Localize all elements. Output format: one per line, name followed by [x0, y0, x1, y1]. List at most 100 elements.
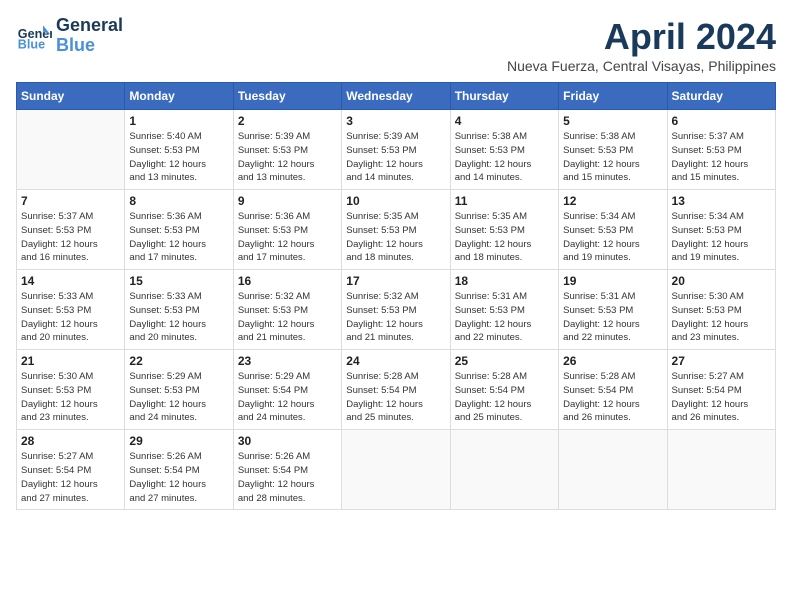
calendar-cell: 11 Sunrise: 5:35 AM Sunset: 5:53 PM Dayli… [450, 190, 558, 270]
calendar-cell: 24 Sunrise: 5:28 AM Sunset: 5:54 PM Dayli… [342, 350, 450, 430]
calendar-cell: 22Sunrise: 5:29 AM Sunset: 5:53 PM Dayli… [125, 350, 233, 430]
day-info: Sunrise: 5:32 AM Sunset: 5:53 PM Dayligh… [346, 290, 445, 345]
logo-icon: General Blue [16, 18, 52, 54]
day-info: Sunrise: 5:28 AM Sunset: 5:54 PM Dayligh… [346, 370, 445, 425]
day-info: Sunrise: 5:26 AM Sunset: 5:54 PM Dayligh… [238, 450, 337, 505]
calendar-cell [559, 430, 667, 510]
calendar-cell: 20Sunrise: 5:30 AM Sunset: 5:53 PM Dayli… [667, 270, 775, 350]
col-header-tuesday: Tuesday [233, 83, 341, 110]
calendar-cell: 25 Sunrise: 5:28 AM Sunset: 5:54 PM Dayli… [450, 350, 558, 430]
day-number: 4 [455, 114, 554, 128]
calendar-cell: 23Sunrise: 5:29 AM Sunset: 5:54 PM Dayli… [233, 350, 341, 430]
day-number: 17 [346, 274, 445, 288]
day-number: 8 [129, 194, 228, 208]
day-number: 21 [21, 354, 120, 368]
logo-general: General [56, 16, 123, 36]
calendar-cell: 14Sunrise: 5:33 AM Sunset: 5:53 PM Dayli… [17, 270, 125, 350]
day-number: 1 [129, 114, 228, 128]
calendar-cell: 8 Sunrise: 5:36 AM Sunset: 5:53 PM Daylig… [125, 190, 233, 270]
day-number: 20 [672, 274, 771, 288]
calendar-cell: 28 Sunrise: 5:27 AM Sunset: 5:54 PM Dayli… [17, 430, 125, 510]
calendar-cell: 27 Sunrise: 5:27 AM Sunset: 5:54 PM Dayli… [667, 350, 775, 430]
calendar-cell: 12 Sunrise: 5:34 AM Sunset: 5:53 PM Dayli… [559, 190, 667, 270]
logo: General Blue General Blue [16, 16, 123, 56]
calendar-cell [667, 430, 775, 510]
calendar-cell: 13 Sunrise: 5:34 AM Sunset: 5:53 PM Dayli… [667, 190, 775, 270]
calendar-cell: 26Sunrise: 5:28 AM Sunset: 5:54 PM Dayli… [559, 350, 667, 430]
calendar-cell [342, 430, 450, 510]
day-number: 19 [563, 274, 662, 288]
day-number: 15 [129, 274, 228, 288]
calendar-cell: 2 Sunrise: 5:39 AM Sunset: 5:53 PM Daylig… [233, 110, 341, 190]
day-info: Sunrise: 5:35 AM Sunset: 5:53 PM Dayligh… [346, 210, 445, 265]
day-number: 2 [238, 114, 337, 128]
col-header-saturday: Saturday [667, 83, 775, 110]
day-number: 30 [238, 434, 337, 448]
calendar-cell: 30 Sunrise: 5:26 AM Sunset: 5:54 PM Dayli… [233, 430, 341, 510]
day-number: 22 [129, 354, 228, 368]
calendar-cell: 10 Sunrise: 5:35 AM Sunset: 5:53 PM Dayli… [342, 190, 450, 270]
header: General Blue General Blue April 2024 Nue… [16, 16, 776, 74]
day-info: Sunrise: 5:40 AM Sunset: 5:53 PM Dayligh… [129, 130, 228, 185]
day-info: Sunrise: 5:37 AM Sunset: 5:53 PM Dayligh… [672, 130, 771, 185]
day-info: Sunrise: 5:35 AM Sunset: 5:53 PM Dayligh… [455, 210, 554, 265]
calendar-cell: 29Sunrise: 5:26 AM Sunset: 5:54 PM Dayli… [125, 430, 233, 510]
week-row-2: 7Sunrise: 5:37 AM Sunset: 5:53 PM Daylig… [17, 190, 776, 270]
day-number: 10 [346, 194, 445, 208]
day-number: 24 [346, 354, 445, 368]
calendar-cell: 6 Sunrise: 5:37 AM Sunset: 5:53 PM Daylig… [667, 110, 775, 190]
calendar-cell: 21 Sunrise: 5:30 AM Sunset: 5:53 PM Dayli… [17, 350, 125, 430]
day-number: 18 [455, 274, 554, 288]
day-number: 6 [672, 114, 771, 128]
day-number: 5 [563, 114, 662, 128]
day-info: Sunrise: 5:34 AM Sunset: 5:53 PM Dayligh… [563, 210, 662, 265]
week-row-3: 14 Sunrise: 5:33 AM Sunset: 5:53 PM Dayli… [17, 270, 776, 350]
calendar-cell: 5 Sunrise: 5:38 AM Sunset: 5:53 PM Daylig… [559, 110, 667, 190]
week-row-4: 21 Sunrise: 5:30 AM Sunset: 5:53 PM Dayli… [17, 350, 776, 430]
day-info: Sunrise: 5:27 AM Sunset: 5:54 PM Dayligh… [21, 450, 120, 505]
month-title: April 2024 [507, 16, 776, 58]
day-number: 11 [455, 194, 554, 208]
calendar-cell: 19 Sunrise: 5:31 AM Sunset: 5:53 PM Dayli… [559, 270, 667, 350]
calendar-cell: 3 Sunrise: 5:39 AM Sunset: 5:53 PM Daylig… [342, 110, 450, 190]
title-area: April 2024 Nueva Fuerza, Central Visayas… [507, 16, 776, 74]
day-info: Sunrise: 5:26 AM Sunset: 5:54 PM Dayligh… [129, 450, 228, 505]
day-number: 12 [563, 194, 662, 208]
calendar-cell: 18 Sunrise: 5:31 AM Sunset: 5:53 PM Dayli… [450, 270, 558, 350]
calendar-cell: 15 Sunrise: 5:33 AM Sunset: 5:53 PM Dayli… [125, 270, 233, 350]
day-number: 9 [238, 194, 337, 208]
calendar-cell: 1 Sunrise: 5:40 AM Sunset: 5:53 PM Daylig… [125, 110, 233, 190]
day-info: Sunrise: 5:34 AM Sunset: 5:53 PM Dayligh… [672, 210, 771, 265]
svg-text:Blue: Blue [18, 37, 45, 51]
calendar-cell: 9Sunrise: 5:36 AM Sunset: 5:53 PM Daylig… [233, 190, 341, 270]
day-number: 23 [238, 354, 337, 368]
day-info: Sunrise: 5:30 AM Sunset: 5:53 PM Dayligh… [21, 370, 120, 425]
day-info: Sunrise: 5:38 AM Sunset: 5:53 PM Dayligh… [455, 130, 554, 185]
day-info: Sunrise: 5:27 AM Sunset: 5:54 PM Dayligh… [672, 370, 771, 425]
day-number: 27 [672, 354, 771, 368]
logo-blue: Blue [56, 36, 123, 56]
day-number: 25 [455, 354, 554, 368]
day-number: 13 [672, 194, 771, 208]
day-number: 28 [21, 434, 120, 448]
day-number: 3 [346, 114, 445, 128]
col-header-thursday: Thursday [450, 83, 558, 110]
day-info: Sunrise: 5:37 AM Sunset: 5:53 PM Dayligh… [21, 210, 120, 265]
week-row-5: 28 Sunrise: 5:27 AM Sunset: 5:54 PM Dayli… [17, 430, 776, 510]
day-info: Sunrise: 5:33 AM Sunset: 5:53 PM Dayligh… [129, 290, 228, 345]
day-info: Sunrise: 5:39 AM Sunset: 5:53 PM Dayligh… [238, 130, 337, 185]
day-info: Sunrise: 5:36 AM Sunset: 5:53 PM Dayligh… [129, 210, 228, 265]
day-info: Sunrise: 5:31 AM Sunset: 5:53 PM Dayligh… [455, 290, 554, 345]
location-subtitle: Nueva Fuerza, Central Visayas, Philippin… [507, 58, 776, 74]
day-info: Sunrise: 5:39 AM Sunset: 5:53 PM Dayligh… [346, 130, 445, 185]
day-info: Sunrise: 5:28 AM Sunset: 5:54 PM Dayligh… [563, 370, 662, 425]
calendar-cell: 16Sunrise: 5:32 AM Sunset: 5:53 PM Dayli… [233, 270, 341, 350]
col-header-monday: Monday [125, 83, 233, 110]
calendar-cell [17, 110, 125, 190]
calendar-table: SundayMondayTuesdayWednesdayThursdayFrid… [16, 82, 776, 510]
day-info: Sunrise: 5:28 AM Sunset: 5:54 PM Dayligh… [455, 370, 554, 425]
day-number: 14 [21, 274, 120, 288]
week-row-1: 1 Sunrise: 5:40 AM Sunset: 5:53 PM Daylig… [17, 110, 776, 190]
day-info: Sunrise: 5:31 AM Sunset: 5:53 PM Dayligh… [563, 290, 662, 345]
day-info: Sunrise: 5:38 AM Sunset: 5:53 PM Dayligh… [563, 130, 662, 185]
